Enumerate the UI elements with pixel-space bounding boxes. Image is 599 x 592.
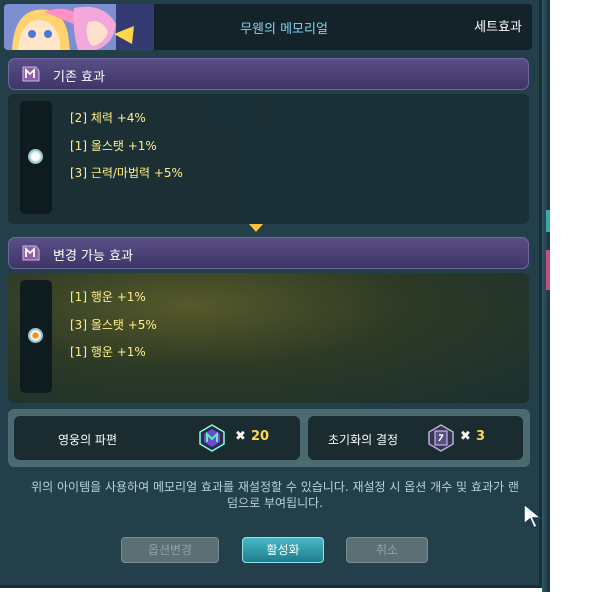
down-arrow-icon	[249, 224, 263, 232]
mouse-cursor-icon	[523, 502, 544, 530]
reset-crystal-cost: 초기화의 결정 ✖ 3	[308, 416, 523, 460]
memorial-badge-icon	[22, 66, 40, 82]
background-strip	[550, 0, 599, 592]
existing-effect-title: 기존 효과	[53, 70, 105, 85]
multiply-sign: ✖	[460, 429, 471, 444]
changeable-effect-header: 변경 가능 효과	[8, 237, 529, 269]
existing-option-1: [2] 체력 +4%	[70, 111, 146, 125]
existing-effect-panel: [2] 체력 +4% [1] 올스탯 +1% [3] 근력/마법력 +5%	[8, 94, 529, 224]
existing-option-3: [3] 근력/마법력 +5%	[70, 166, 183, 180]
changeable-option-1: [1] 행운 +1%	[70, 290, 146, 304]
notice-text: 위의 아이템을 사용하여 메모리얼 효과를 재설정할 수 있습니다. 재설정 시…	[31, 480, 519, 510]
memorial-window: 무웬의 메모리얼 세트효과 기존 효과 [2] 체력 +4% [1] 올스탯 +…	[0, 0, 544, 588]
reset-crystal-count: 3	[476, 429, 486, 444]
memorial-badge-icon	[22, 245, 40, 261]
set-effect-button[interactable]: 세트효과	[474, 16, 522, 35]
existing-effect-header: 기존 효과	[8, 58, 529, 90]
activate-button[interactable]: 활성화	[242, 537, 324, 563]
cancel-button[interactable]: 취소	[346, 537, 428, 563]
window-edge	[542, 0, 550, 592]
multiply-sign: ✖	[235, 429, 246, 444]
hero-fragment-cost: 영웅의 파편 ✖ 20	[14, 416, 300, 460]
hero-fragment-label: 영웅의 파편	[58, 433, 118, 447]
reset-crystal-label: 초기화의 결정	[328, 433, 399, 447]
character-portrait	[4, 4, 154, 50]
window-header: 무웬의 메모리얼 세트효과	[4, 4, 532, 50]
hero-fragment-count: 20	[251, 429, 270, 444]
cost-area: 영웅의 파편 ✖ 20 초기화의 결정 ✖ 3	[8, 409, 530, 467]
changeable-effect-title: 변경 가능 효과	[53, 249, 134, 264]
portrait-art-icon	[4, 4, 154, 50]
existing-effect-radio[interactable]	[28, 149, 43, 164]
changeable-effect-radio[interactable]	[28, 328, 43, 343]
changeable-effect-panel: [1] 행운 +1% [3] 올스탯 +5% [1] 행운 +1%	[8, 273, 529, 403]
window-title: 무웬의 메모리얼	[240, 22, 328, 37]
change-option-button[interactable]: 옵션변경	[121, 537, 219, 563]
existing-option-2: [1] 올스탯 +1%	[70, 139, 157, 153]
changeable-option-2: [3] 올스탯 +5%	[70, 318, 157, 332]
reset-crystal-icon	[428, 424, 454, 452]
hero-fragment-icon	[199, 424, 225, 452]
changeable-option-3: [1] 행운 +1%	[70, 345, 146, 359]
